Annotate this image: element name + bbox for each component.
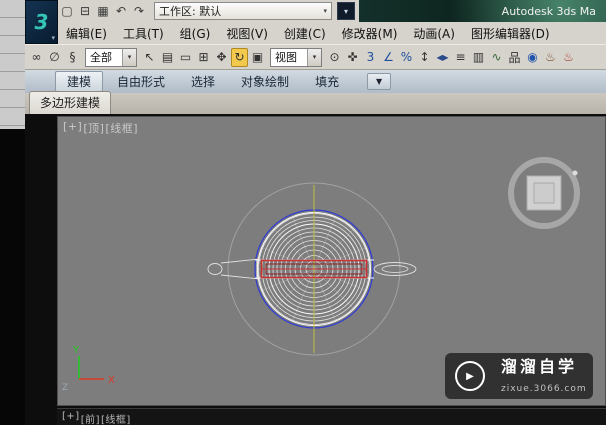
select-and-manipulate-icon[interactable]: ✜ (344, 48, 361, 67)
viewport-menu-plus[interactable]: [+] (63, 120, 82, 136)
3dsmax-logo-icon: 3 (34, 10, 49, 34)
viewport-label: [+] [顶] [线框] (63, 120, 138, 136)
select-and-link-icon[interactable]: ∞ (28, 48, 45, 67)
watermark: ▶ 溜溜自学 zixue.3066.com (445, 353, 593, 399)
save-file-icon[interactable]: ▦ (94, 2, 112, 20)
select-by-name-icon[interactable]: ▤ (159, 48, 176, 67)
material-editor-icon[interactable]: ◉ (524, 48, 541, 67)
menu-views[interactable]: 视图(V) (218, 22, 276, 44)
select-object-icon[interactable]: ↖ (141, 48, 158, 67)
reference-coordinate-value: 视图 (275, 51, 297, 64)
select-and-move-icon[interactable]: ✥ (213, 48, 230, 67)
select-and-rotate-icon[interactable]: ↻ (231, 47, 248, 67)
workspace-menu-button[interactable]: ▾ (337, 2, 355, 20)
ribbon-panel-bar: 多边形建模 (25, 91, 606, 114)
angle-snap-icon[interactable]: ∠ (380, 48, 397, 67)
axis-y-label: Y (72, 345, 80, 356)
layer-manager-icon[interactable]: ▥ (470, 48, 487, 67)
mirror-icon[interactable]: ◂▸ (434, 48, 451, 67)
undo-icon[interactable]: ↶ (112, 2, 130, 20)
select-and-scale-icon[interactable]: ▣ (249, 48, 266, 67)
viewport-view-name[interactable]: [顶] (83, 120, 104, 136)
spinner-snap-icon[interactable]: ↕ (416, 48, 433, 67)
menu-create[interactable]: 创建(C) (276, 22, 334, 44)
titlebar: ▢ ⊟ ▦ ↶ ↷ 工作区: 默认 ▾ ▾ Autodesk 3ds Ma (58, 0, 606, 22)
render-production-icon[interactable]: ♨ (560, 48, 577, 67)
axis-z-label: Z (62, 383, 68, 393)
tab-freeform[interactable]: 自由形式 (105, 71, 177, 92)
use-pivot-center-icon[interactable]: ⊙ (326, 48, 343, 67)
titlebar-desktop-area: Autodesk 3ds Ma (359, 0, 606, 22)
screen: 3 ▾ ▢ ⊟ ▦ ↶ ↷ 工作区: 默认 ▾ ▾ Autodesk 3ds M… (0, 0, 606, 425)
play-icon: ▶ (455, 361, 485, 391)
render-setup-icon[interactable]: ♨ (542, 48, 559, 67)
main-toolbar: ∞ ∅ § 全部 ▾ ↖ ▤ ▭ ⊞ ✥ ↻ ▣ 视图 ▾ ⊙ ✜ 3 ∠ % … (25, 44, 606, 70)
workspace-combo[interactable]: 工作区: 默认 ▾ (154, 2, 332, 20)
viewport-area: [+] [顶] [线框] Y X Z ▶ 溜溜自学 zixue.3066.com… (25, 114, 606, 425)
teapot-handle (373, 262, 417, 276)
subtab-polygon-modeling[interactable]: 多边形建模 (29, 91, 112, 114)
axis-x-label: X (108, 375, 115, 386)
tab-modeling[interactable]: 建模 (55, 71, 104, 92)
application-menu-button[interactable]: 3 ▾ (25, 0, 58, 44)
menu-group[interactable]: 组(G) (172, 22, 219, 44)
redo-icon[interactable]: ↷ (130, 2, 148, 20)
watermark-title: 溜溜自学 (501, 357, 578, 376)
menu-tools[interactable]: 工具(T) (115, 22, 172, 44)
chevron-down-icon[interactable]: ▾ (122, 48, 136, 66)
teapot-top-wireframe (207, 182, 417, 356)
background-window-fragment (0, 0, 25, 129)
selection-filter-value: 全部 (90, 51, 112, 64)
teapot-spout (207, 258, 260, 280)
rect-selection-region-icon[interactable]: ▭ (177, 48, 194, 67)
front-viewport-sliver[interactable]: [+] [前] [线框] (57, 408, 606, 425)
viewport-menu-plus[interactable]: [+] (62, 411, 80, 425)
percent-snap-icon[interactable]: % (398, 48, 415, 67)
ribbon-tab-bar: 建模 自由形式 选择 对象绘制 填充 ▼ (25, 70, 606, 93)
chevron-down-icon: ▾ (51, 34, 55, 42)
menu-modifiers[interactable]: 修改器(M) (334, 22, 406, 44)
align-icon[interactable]: ≡ (452, 48, 469, 67)
unlink-selection-icon[interactable]: ∅ (46, 48, 63, 67)
menu-animation[interactable]: 动画(A) (405, 22, 463, 44)
schematic-view-icon[interactable]: 品 (506, 48, 523, 67)
viewcube[interactable] (508, 157, 580, 229)
snap-toggle-3d-icon[interactable]: 3 (362, 48, 379, 67)
tab-object-paint[interactable]: 对象绘制 (229, 71, 301, 92)
new-scene-icon[interactable]: ▢ (58, 2, 76, 20)
window-crossing-icon[interactable]: ⊞ (195, 48, 212, 67)
viewport-label: [+] [前] [线框] (62, 411, 131, 425)
menubar: 编辑(E) 工具(T) 组(G) 视图(V) 创建(C) 修改器(M) 动画(A… (58, 22, 606, 44)
workspace-label: 工作区: 默认 (159, 5, 222, 18)
viewport-view-name[interactable]: [前] (81, 411, 100, 425)
tab-populate[interactable]: 填充 (303, 71, 351, 92)
window-title: Autodesk 3ds Ma (501, 4, 596, 18)
selection-filter-combo[interactable]: 全部 ▾ (85, 47, 137, 67)
world-axis-gizmo: Y X Z (62, 345, 115, 393)
background-dark-strip (0, 129, 25, 425)
3dsmax-window: 3 ▾ ▢ ⊟ ▦ ↶ ↷ 工作区: 默认 ▾ ▾ Autodesk 3ds M… (25, 0, 606, 425)
curve-editor-icon[interactable]: ∿ (488, 48, 505, 67)
bind-to-space-warp-icon[interactable]: § (64, 48, 81, 67)
menu-edit[interactable]: 编辑(E) (58, 22, 115, 44)
open-file-icon[interactable]: ⊟ (76, 2, 94, 20)
tab-selection[interactable]: 选择 (179, 71, 227, 92)
chevron-down-icon[interactable]: ▾ (307, 48, 321, 66)
reference-coordinate-combo[interactable]: 视图 ▾ (270, 47, 322, 67)
watermark-url: zixue.3066.com (501, 384, 587, 394)
menu-graph-editors[interactable]: 图形编辑器(D) (463, 22, 558, 44)
viewport-shading-mode[interactable]: [线框] (105, 120, 138, 136)
top-viewport[interactable]: [+] [顶] [线框] Y X Z ▶ 溜溜自学 zixue.3066.com (57, 116, 606, 406)
chevron-down-icon: ▾ (323, 7, 327, 15)
viewport-shading-mode[interactable]: [线框] (101, 411, 131, 425)
ribbon-config-button[interactable]: ▼ (367, 73, 392, 90)
